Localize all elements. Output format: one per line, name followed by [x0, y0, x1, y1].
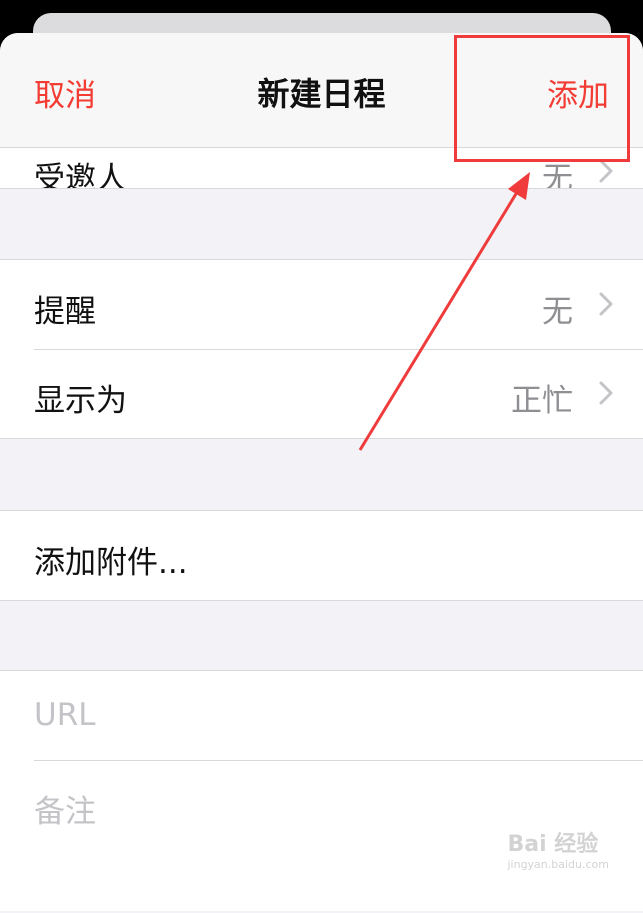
new-event-sheet: 受邀人 无 取消 新建日程 添加 提醒 无 显示为 正忙 添加附件... URL… [0, 33, 643, 913]
show-as-value: 正忙 [511, 383, 573, 419]
chevron-right-icon [599, 159, 613, 183]
alert-value: 无 [542, 294, 573, 330]
attachment-group: 添加附件... [0, 510, 643, 601]
chevron-right-icon [599, 381, 613, 405]
invitees-label: 受邀人 [34, 161, 127, 189]
watermark-logo: Bai 经验 jingyan.baidu.com [507, 832, 609, 871]
add-attachment-label: 添加附件... [34, 545, 188, 581]
show-as-row[interactable]: 显示为 正忙 [0, 349, 643, 438]
add-attachment-row[interactable]: 添加附件... [0, 511, 643, 600]
url-field[interactable]: URL [34, 697, 96, 733]
alert-label: 提醒 [34, 294, 96, 330]
alert-row[interactable]: 提醒 无 [0, 260, 643, 349]
url-row[interactable]: URL [0, 671, 643, 760]
annotation-highlight-box [454, 35, 630, 162]
show-as-label: 显示为 [34, 383, 127, 419]
notes-group: URL 备注 [0, 670, 643, 911]
notes-field[interactable]: 备注 [34, 786, 96, 831]
chevron-right-icon [599, 292, 613, 316]
alerts-group: 提醒 无 显示为 正忙 [0, 259, 643, 439]
